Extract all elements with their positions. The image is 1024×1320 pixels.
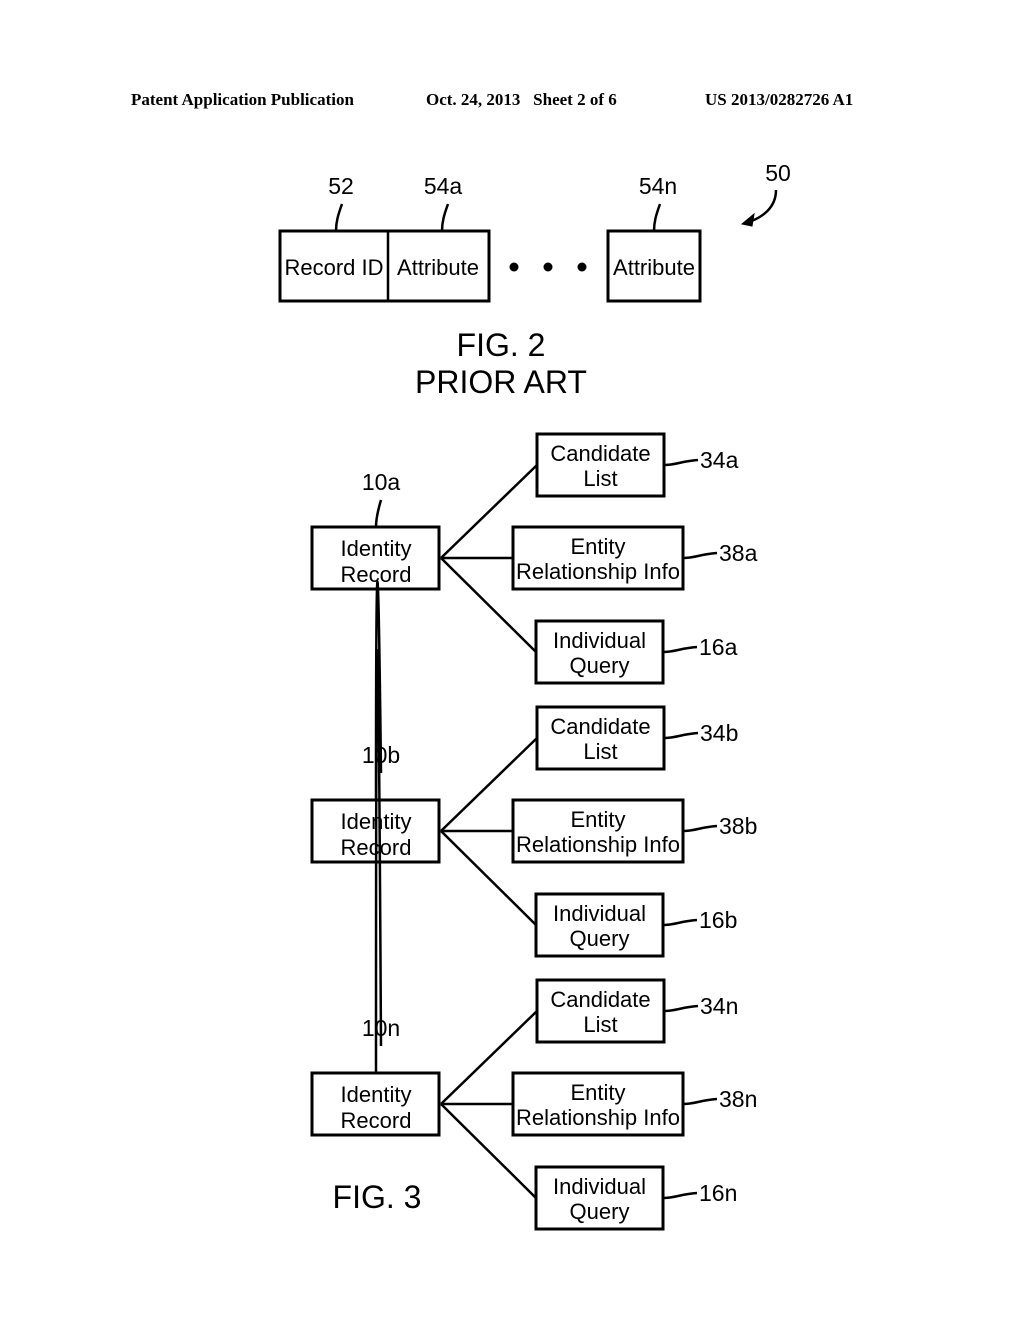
arrowhead-50 [740,212,755,227]
leader-16n [662,1191,698,1200]
individual-query-label: Individual [553,1174,646,1199]
ref-54a: 54a [424,173,463,199]
leader-34n [663,1004,699,1013]
ref-38n: 38n [719,1086,757,1112]
ref-16b: 16b [699,907,737,933]
ref-34b: 34b [700,720,738,746]
figure-canvas: 52 54a 54n 50 Record ID Attribute Attrib… [278,160,791,1231]
ellipsis-dot [577,262,587,272]
ref-34n: 34n [700,993,738,1019]
identity-record-label: Identity [341,1082,412,1107]
connector-line [440,464,538,559]
ref-10n: 10n [362,1015,400,1041]
connector-line [440,1010,538,1105]
leader-52 [334,203,344,232]
fig3-caption: FIG. 3 [333,1179,422,1215]
leader-34a [663,458,699,467]
identity-record-label: Identity [341,536,412,561]
fig3-groups: IdentityRecord10aCandidateList34aEntityR… [310,432,758,1231]
ref-50: 50 [765,160,791,186]
individual-query-label: Individual [553,901,646,926]
identity-record-label: Record [341,1108,412,1133]
individual-query-label: Query [570,1199,630,1224]
ref-54n: 54n [639,173,677,199]
ellipsis-dot [543,262,553,272]
ref-52: 52 [328,173,354,199]
leader-16b [662,918,698,927]
fig2-caption: FIG. 2 [457,327,546,363]
leader-54a [440,203,450,232]
attribute-n-label: Attribute [613,255,695,280]
leader-38a [682,551,718,560]
leader-10a [374,499,383,528]
entity-relationship-info-label: Relationship Info [516,559,680,584]
entity-relationship-info-label: Relationship Info [516,832,680,857]
individual-query-label: Query [570,653,630,678]
candidate-list-label: Candidate [550,714,650,739]
candidate-list-label: List [583,739,617,764]
connector-line [440,737,538,832]
entity-relationship-info-label: Entity [570,807,625,832]
ref-16n: 16n [699,1180,737,1206]
fig2-prior-art: PRIOR ART [415,364,587,400]
identity-record-label: Record [341,562,412,587]
attribute-a-label: Attribute [397,255,479,280]
entity-relationship-info-label: Relationship Info [516,1105,680,1130]
candidate-list-label: List [583,466,617,491]
entity-relationship-info-label: Entity [570,1080,625,1105]
leader-38b [682,824,718,833]
leader-38n [682,1097,718,1106]
candidate-list-label: List [583,1012,617,1037]
fig2 [278,189,778,303]
individual-query-label: Individual [553,628,646,653]
leader-16a [662,645,698,654]
individual-query-label: Query [570,926,630,951]
leader-54n [652,203,662,232]
ref-10b: 10b [362,742,400,768]
ref-34a: 34a [700,447,739,473]
ref-38a: 38a [719,540,758,566]
candidate-list-label: Candidate [550,987,650,1012]
record-id-label: Record ID [284,255,383,280]
ref-10a: 10a [362,469,401,495]
ellipsis-dot [509,262,519,272]
ref-16a: 16a [699,634,738,660]
ref-38b: 38b [719,813,757,839]
leader-34b [663,731,699,740]
candidate-list-label: Candidate [550,441,650,466]
entity-relationship-info-label: Entity [570,534,625,559]
